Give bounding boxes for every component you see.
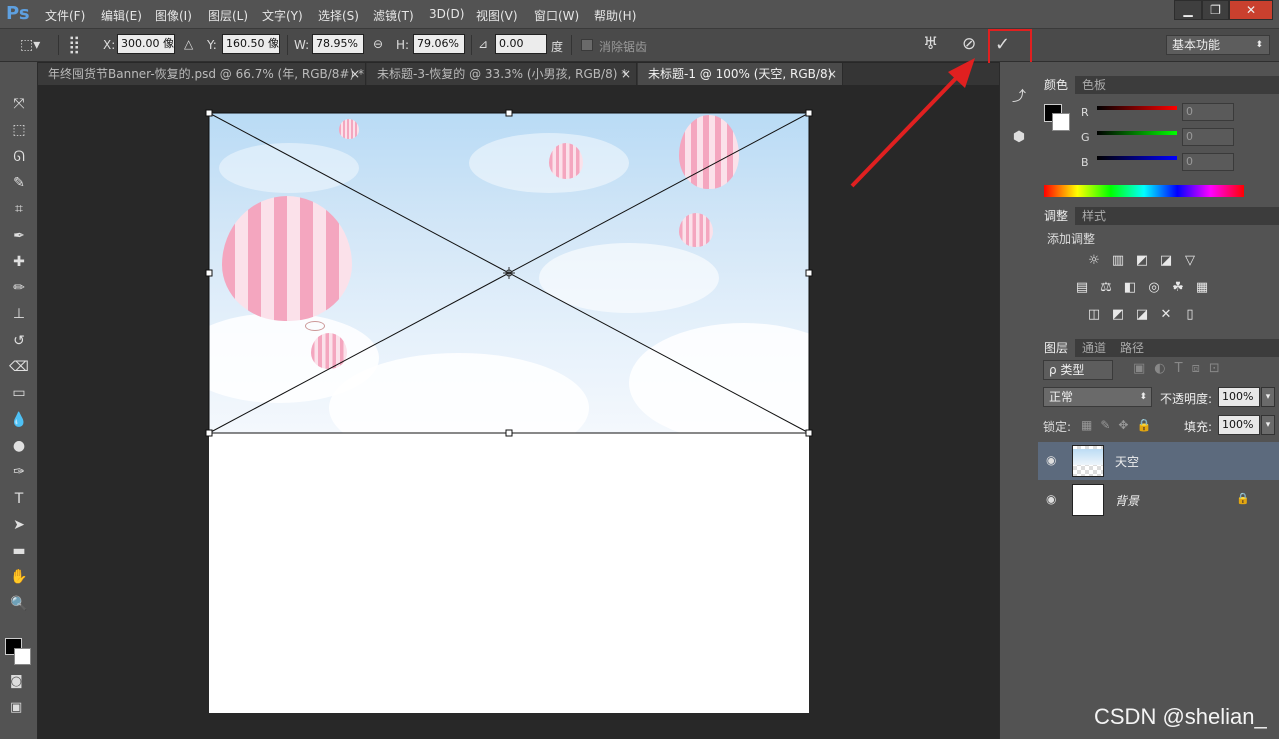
opacity-label: 不透明度: xyxy=(1160,392,1213,406)
adjustment-icon[interactable]: ▥ xyxy=(1109,253,1127,269)
fill-label: 填充: xyxy=(1184,420,1213,434)
adjustment-icon[interactable]: ◎ xyxy=(1145,280,1163,296)
blend-mode-select[interactable]: 正常 ⬍ xyxy=(1043,387,1152,407)
g-value-field[interactable]: 0 xyxy=(1182,128,1234,146)
lock-option-icons[interactable]: ▦✎✥🔒 xyxy=(1081,418,1159,432)
visibility-eye-icon[interactable]: ◉ xyxy=(1046,492,1056,506)
tab-color[interactable]: 颜色 xyxy=(1037,76,1076,94)
layers-panel-tabs: 图层 通道 路径 xyxy=(1037,339,1279,357)
watermark: CSDN @shelian_ xyxy=(1094,704,1267,729)
tab-paths[interactable]: 路径 xyxy=(1113,339,1151,357)
g-label: G xyxy=(1081,131,1090,144)
panel-background-swatch[interactable] xyxy=(1052,113,1070,131)
chevron-updown-icon: ⬍ xyxy=(1139,392,1147,402)
layer-thumbnail xyxy=(1072,445,1104,477)
filter-label: ρ 类型 xyxy=(1049,363,1085,377)
tab-swatches[interactable]: 色板 xyxy=(1075,76,1113,94)
layer-row-background[interactable]: ◉ 背景 🔒 xyxy=(1038,481,1279,519)
add-adjustment-label: 添加调整 xyxy=(1047,232,1096,246)
layer-name[interactable]: 天空 xyxy=(1115,453,1139,470)
blend-mode-label: 正常 xyxy=(1049,390,1074,404)
r-label: R xyxy=(1081,106,1089,119)
opacity-dropdown-icon[interactable]: ▾ xyxy=(1261,387,1275,407)
layer-filter-select[interactable]: ρ 类型 xyxy=(1043,360,1113,380)
color-spectrum-bar[interactable] xyxy=(1044,185,1244,197)
adjustment-icon[interactable]: ☘ xyxy=(1169,280,1187,296)
layer-row-sky[interactable]: ◉ 天空 xyxy=(1038,442,1279,480)
history-icon[interactable]: ⤴ xyxy=(1006,86,1032,108)
adjustment-icon[interactable]: ▤ xyxy=(1073,280,1091,296)
tab-adjust[interactable]: 调整 xyxy=(1037,207,1076,225)
lock-icon: 🔒 xyxy=(1236,492,1250,505)
adjustment-icon[interactable]: ◧ xyxy=(1121,280,1139,296)
r-value-field[interactable]: 0 xyxy=(1182,103,1234,121)
layer-filter-icons[interactable]: ▣◐T⧈⊡ xyxy=(1133,361,1229,376)
adjustment-icon[interactable]: ▯ xyxy=(1181,307,1199,323)
adjustment-icon[interactable]: ◪ xyxy=(1157,253,1175,269)
adjustment-icon[interactable]: ◫ xyxy=(1085,307,1103,323)
panels-column: 颜色 色板 R 0 G 0 B 0 调整 样式 添加调整 ☼ ▥ ◩ ◪ ▽ ▤ ⚖ ◧ ◎ ☘ ▦… xyxy=(1037,62,1279,739)
adjustment-icon[interactable]: ▦ xyxy=(1193,280,1211,296)
fill-field[interactable]: 100% xyxy=(1218,415,1260,435)
tab-layers[interactable]: 图层 xyxy=(1037,339,1076,357)
adjustment-icon[interactable]: ▽ xyxy=(1181,253,1199,269)
fill-dropdown-icon[interactable]: ▾ xyxy=(1261,415,1275,435)
3d-icon[interactable]: ⬢ xyxy=(1006,126,1032,148)
opacity-field[interactable]: 100% xyxy=(1218,387,1260,407)
r-slider[interactable] xyxy=(1097,106,1177,110)
b-label: B xyxy=(1081,156,1089,169)
b-value-field[interactable]: 0 xyxy=(1182,153,1234,171)
visibility-eye-icon[interactable]: ◉ xyxy=(1046,453,1056,467)
color-panel-tabs: 颜色 色板 xyxy=(1037,76,1279,94)
tab-styles[interactable]: 样式 xyxy=(1075,207,1113,225)
layer-name[interactable]: 背景 xyxy=(1115,492,1139,509)
g-slider[interactable] xyxy=(1097,131,1177,135)
adjustment-icon[interactable]: ◪ xyxy=(1133,307,1151,323)
b-slider[interactable] xyxy=(1097,156,1177,160)
adjustment-icon[interactable]: ⚖ xyxy=(1097,280,1115,296)
layer-thumbnail xyxy=(1072,484,1104,516)
adjustment-icon[interactable]: ◩ xyxy=(1109,307,1127,323)
lock-label: 锁定: xyxy=(1043,420,1072,434)
panel-dock: ⤴ ⬢ xyxy=(999,62,1037,739)
photoshop-window: Ps 文件(F) 编辑(E) 图像(I) 图层(L) 文字(Y) 选择(S) 滤… xyxy=(0,0,1279,739)
adjustment-icon[interactable]: ✕ xyxy=(1157,307,1175,323)
adjust-panel-tabs: 调整 样式 xyxy=(1037,207,1279,225)
adjustment-icon[interactable]: ◩ xyxy=(1133,253,1151,269)
adjustment-icon[interactable]: ☼ xyxy=(1085,253,1103,269)
tab-channels[interactable]: 通道 xyxy=(1075,339,1113,357)
